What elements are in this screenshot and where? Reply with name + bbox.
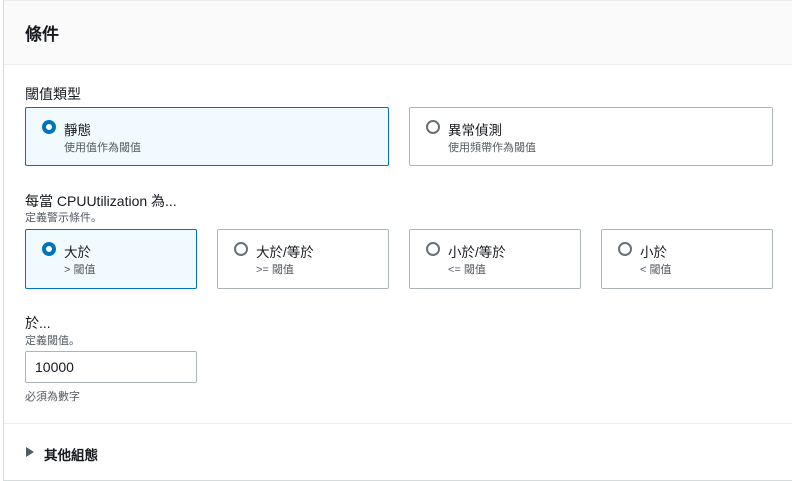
greater-title: 大於 — [64, 245, 91, 260]
less-equal-desc: <= 閾值 — [448, 264, 486, 276]
radio-greater[interactable] — [42, 242, 56, 256]
greater-equal-desc: >= 閾值 — [256, 264, 294, 276]
threshold-type-static-tile[interactable]: 靜態 使用值作為閾值 — [25, 107, 389, 166]
condition-greater-equal-tile[interactable]: 大於/等於 >= 閾值 — [217, 229, 389, 289]
greater-desc: > 閾值 — [64, 264, 96, 276]
less-title: 小於 — [640, 245, 667, 260]
radio-static[interactable] — [42, 120, 56, 134]
greater-equal-title: 大於/等於 — [256, 245, 314, 260]
less-desc: < 閾值 — [640, 264, 672, 276]
static-desc: 使用值作為閾值 — [64, 142, 141, 154]
less-equal-title: 小於/等於 — [448, 245, 506, 260]
additional-config-label: 其他組態 — [44, 448, 98, 463]
radio-anomaly[interactable] — [426, 120, 440, 134]
radio-greater-equal[interactable] — [234, 242, 248, 256]
threshold-type-anomaly-tile[interactable]: 異常偵測 使用頻帶作為閾值 — [409, 107, 773, 166]
threshold-value-hint: 必須為數字 — [25, 391, 80, 403]
condition-desc: 定義警示條件。 — [25, 212, 102, 224]
radio-less[interactable] — [618, 242, 632, 256]
conditions-panel: 條件 閾值類型 靜態 使用值作為閾值 異常偵測 使用頻帶作為閾值 每當 CPUU… — [3, 0, 792, 481]
static-title: 靜態 — [64, 123, 91, 138]
radio-less-equal[interactable] — [426, 242, 440, 256]
condition-greater-tile[interactable]: 大於 > 閾值 — [25, 229, 197, 289]
section-divider — [4, 423, 792, 424]
threshold-value-input[interactable] — [25, 351, 197, 383]
threshold-value-desc: 定義閾值。 — [25, 335, 80, 347]
panel-title: 條件 — [25, 25, 59, 44]
threshold-value-label: 於... — [25, 315, 51, 331]
threshold-type-label: 閾值類型 — [25, 86, 81, 102]
condition-label: 每當 CPUUtilization 為... — [25, 193, 177, 209]
anomaly-title: 異常偵測 — [448, 123, 502, 138]
condition-less-tile[interactable]: 小於 < 閾值 — [601, 229, 773, 289]
condition-less-equal-tile[interactable]: 小於/等於 <= 閾值 — [409, 229, 581, 289]
panel-header: 條件 — [4, 1, 792, 65]
caret-right-icon — [26, 447, 34, 457]
anomaly-desc: 使用頻帶作為閾值 — [448, 142, 536, 154]
